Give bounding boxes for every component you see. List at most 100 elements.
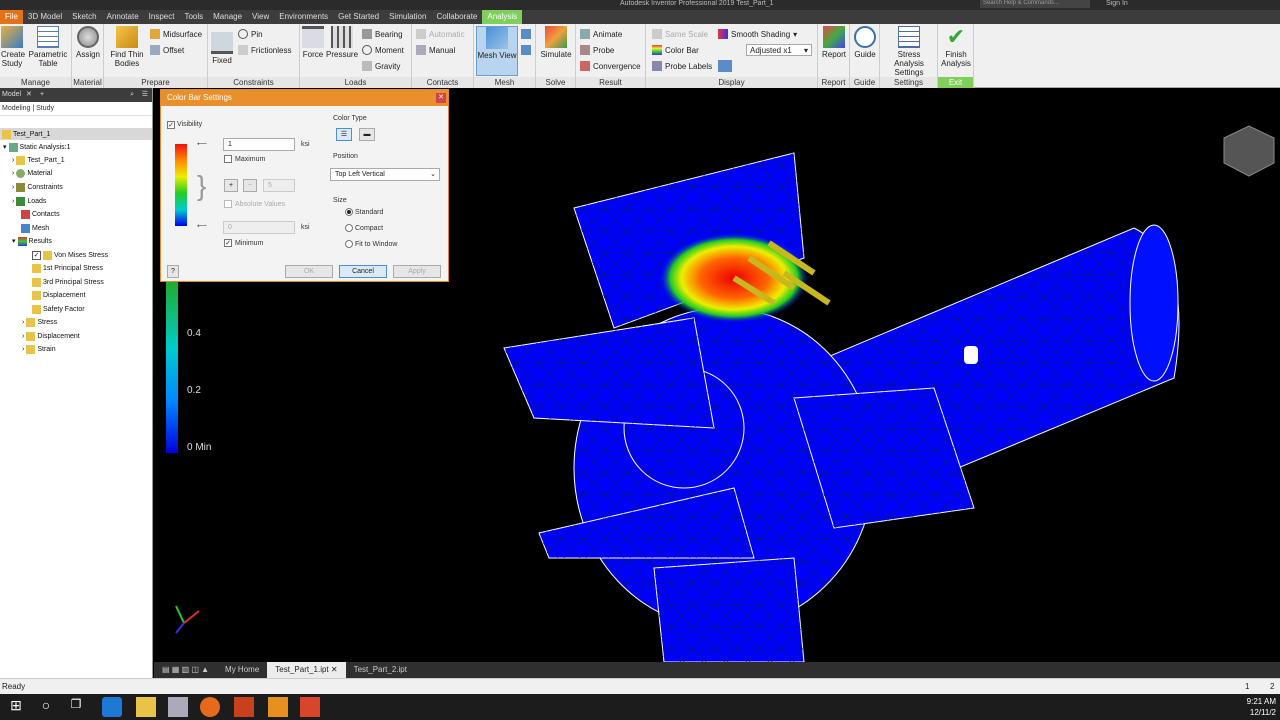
- tree-von-mises[interactable]: ✓ Von Mises Stress: [32, 249, 108, 261]
- tree-1st-principal[interactable]: 1st Principal Stress: [32, 262, 103, 274]
- expand-icon[interactable]: ▾: [12, 237, 16, 245]
- pressure-button[interactable]: Pressure: [326, 26, 358, 59]
- minimum-checkbox[interactable]: ✓: [224, 239, 232, 247]
- tab-annotate[interactable]: Annotate: [102, 10, 144, 24]
- edge-browser-icon[interactable]: [102, 697, 122, 717]
- tab-inspect[interactable]: Inspect: [144, 10, 180, 24]
- expand-icon[interactable]: ›: [12, 198, 14, 205]
- guide-button[interactable]: Guide: [852, 26, 878, 59]
- create-study-button[interactable]: Create Study: [1, 26, 25, 68]
- fixed-button[interactable]: Fixed: [210, 32, 234, 65]
- tree-part[interactable]: › Test_Part_1: [12, 154, 65, 166]
- expand-icon[interactable]: ▾: [3, 143, 7, 151]
- menu-icon[interactable]: ☰: [142, 88, 148, 102]
- recorder-icon[interactable]: [300, 697, 320, 717]
- simulate-button[interactable]: Simulate: [538, 26, 574, 59]
- tab-test-part-2[interactable]: Test_Part_2.ipt: [346, 662, 415, 678]
- search-icon[interactable]: ⌕: [130, 88, 134, 102]
- tree-contacts[interactable]: Contacts: [21, 208, 60, 220]
- position-select[interactable]: Top Left Vertical ⌄: [330, 168, 440, 181]
- probe-labels-button[interactable]: Probe Labels: [652, 60, 712, 72]
- close-icon[interactable]: ✕: [436, 93, 446, 103]
- mesh-view-button[interactable]: Mesh View: [476, 26, 518, 76]
- firefox-icon[interactable]: [200, 697, 220, 717]
- cancel-button[interactable]: Cancel: [339, 265, 387, 278]
- tree-static-analysis[interactable]: ▾ Static Analysis:1: [3, 141, 70, 153]
- tab-analysis[interactable]: Analysis: [482, 10, 523, 24]
- add-step-button[interactable]: +: [224, 179, 238, 192]
- probe-button[interactable]: Probe: [580, 44, 614, 56]
- stress-analysis-settings-button[interactable]: Stress Analysis Settings: [882, 26, 936, 77]
- browser-tabs[interactable]: Modeling | Study: [0, 102, 152, 116]
- tab-manage[interactable]: Manage: [208, 10, 247, 24]
- find-thin-bodies-button[interactable]: Find Thin Bodies: [108, 26, 146, 68]
- clock[interactable]: 9:21 AM 12/11/2: [1247, 696, 1276, 718]
- offset-button[interactable]: Offset: [150, 44, 184, 56]
- sign-in-link[interactable]: Sign In: [1106, 0, 1128, 7]
- size-standard-radio[interactable]: [345, 208, 353, 216]
- tab-sketch[interactable]: Sketch: [67, 10, 101, 24]
- expand-icon[interactable]: ›: [22, 319, 24, 326]
- remove-step-button[interactable]: −: [243, 179, 257, 192]
- search-icon[interactable]: ○: [36, 697, 56, 717]
- color-bar-button[interactable]: Color Bar: [652, 44, 699, 56]
- show-mesh-toggle[interactable]: [718, 60, 732, 72]
- expand-icon[interactable]: ›: [22, 346, 24, 353]
- inventor-icon[interactable]: [268, 697, 288, 717]
- viewcube[interactable]: [1223, 125, 1275, 177]
- expand-icon[interactable]: ›: [12, 184, 14, 191]
- frictionless-button[interactable]: Frictionless: [238, 44, 291, 56]
- apply-button[interactable]: Apply: [393, 265, 441, 278]
- close-icon[interactable]: ✕: [331, 665, 338, 674]
- task-view-icon[interactable]: ❐: [66, 697, 86, 717]
- mesh-table-button[interactable]: [521, 44, 531, 56]
- app-icon[interactable]: [168, 697, 188, 717]
- moment-button[interactable]: Moment: [362, 44, 404, 56]
- smooth-shading-dropdown[interactable]: Smooth Shading ▾: [718, 28, 797, 40]
- gravity-button[interactable]: Gravity: [362, 60, 400, 72]
- absolute-values-checkbox[interactable]: [224, 200, 232, 208]
- size-fit-radio[interactable]: [345, 240, 353, 248]
- powerpoint-icon[interactable]: [234, 697, 254, 717]
- file-explorer-icon[interactable]: [136, 697, 156, 717]
- min-value-input[interactable]: 0: [223, 221, 295, 234]
- help-button[interactable]: ?: [167, 265, 179, 278]
- mesh-settings-button[interactable]: [521, 28, 531, 40]
- max-value-input[interactable]: 1: [223, 138, 295, 151]
- tree-stress-folder[interactable]: › Stress: [22, 316, 57, 328]
- checkbox-icon[interactable]: ✓: [32, 250, 41, 260]
- tile-icon[interactable]: ▤ ▦ ▥ ◫ ▲: [154, 662, 217, 678]
- manual-contacts-button[interactable]: Manual: [416, 44, 455, 56]
- pin-button[interactable]: Pin: [238, 28, 263, 40]
- tab-collaborate[interactable]: Collaborate: [431, 10, 482, 24]
- tab-file[interactable]: File: [0, 10, 23, 24]
- help-search-input[interactable]: Search Help & Commands...: [980, 0, 1090, 8]
- finish-analysis-button[interactable]: ✔ Finish Analysis: [940, 26, 972, 69]
- expand-icon[interactable]: ›: [22, 333, 24, 340]
- windows-start-icon[interactable]: ⊞: [6, 697, 26, 717]
- tree-root[interactable]: Test_Part_1: [0, 128, 152, 140]
- add-icon[interactable]: +: [40, 88, 44, 102]
- tree-material[interactable]: › Material: [12, 167, 52, 179]
- force-button[interactable]: Force: [301, 26, 325, 59]
- tab-tools[interactable]: Tools: [179, 10, 208, 24]
- tab-simulation[interactable]: Simulation: [384, 10, 431, 24]
- midsurface-button[interactable]: Midsurface: [150, 28, 202, 40]
- tab-view[interactable]: View: [247, 10, 274, 24]
- tab-my-home[interactable]: My Home: [217, 662, 267, 678]
- convergence-button[interactable]: Convergence: [580, 60, 641, 72]
- color-type-gray-button[interactable]: ▬: [359, 128, 375, 141]
- tab-test-part-1[interactable]: Test_Part_1.ipt ✕: [267, 662, 346, 678]
- close-icon[interactable]: ✕: [26, 88, 32, 102]
- tab-get-started[interactable]: Get Started: [333, 10, 384, 24]
- bearing-button[interactable]: Bearing: [362, 28, 403, 40]
- tree-strain-folder[interactable]: › Strain: [22, 343, 56, 355]
- tab-environments[interactable]: Environments: [274, 10, 333, 24]
- report-button[interactable]: Report: [820, 26, 848, 59]
- tree-displacement-folder[interactable]: › Displacement: [22, 330, 80, 342]
- automatic-contacts-button[interactable]: Automatic: [416, 28, 465, 40]
- displacement-scale-select[interactable]: Adjusted x1 ▾: [746, 44, 812, 56]
- tab-3d-model[interactable]: 3D Model: [23, 10, 67, 24]
- expand-icon[interactable]: ›: [12, 170, 14, 177]
- tree-results[interactable]: ▾ Results: [12, 235, 52, 247]
